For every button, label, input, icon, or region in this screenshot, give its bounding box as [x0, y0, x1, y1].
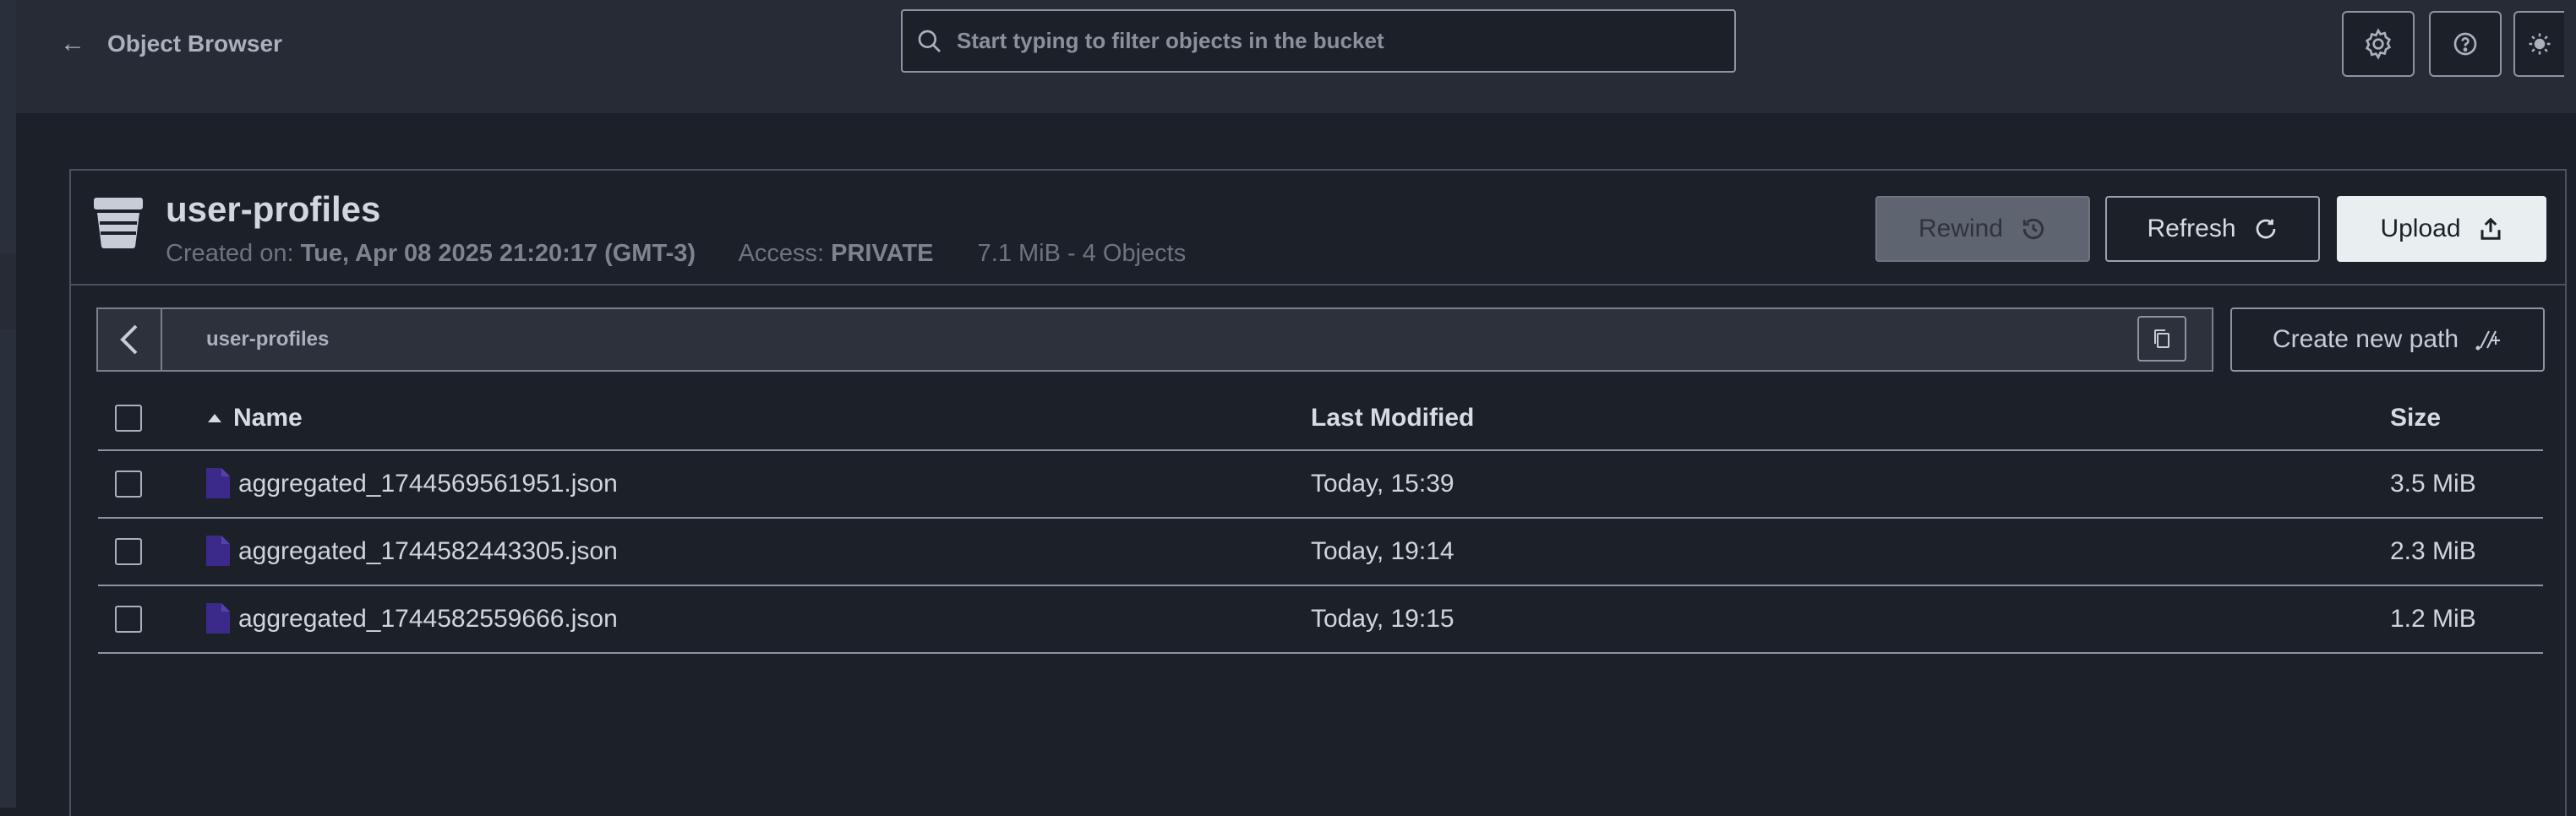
sun-icon	[2529, 33, 2551, 55]
refresh-label: Refresh	[2147, 215, 2236, 242]
theme-toggle-button[interactable]	[2513, 11, 2564, 77]
file-size: 2.3 MiB	[2390, 537, 2476, 565]
sort-asc-icon[interactable]	[206, 412, 223, 424]
created-value: Tue, Apr 08 2025 21:20:17 (GMT-3)	[300, 240, 696, 267]
back-to-object-browser[interactable]: ← Object Browser	[60, 24, 282, 64]
object-list-panel: user-profiles Create new path Name Last …	[69, 284, 2567, 816]
objects-table: Name Last Modified Size aggregated_17445…	[98, 385, 2543, 654]
create-path-label: Create new path	[2272, 325, 2459, 353]
upload-icon	[2480, 217, 2501, 240]
create-new-path-button[interactable]: Create new path	[2230, 307, 2545, 372]
left-sidebar-strip	[0, 0, 16, 808]
row-checkbox[interactable]	[115, 538, 142, 565]
file-icon	[206, 603, 230, 634]
help-icon	[2453, 32, 2477, 56]
upload-button[interactable]: Upload	[2337, 196, 2546, 262]
table-row[interactable]: aggregated_1744569561951.json Today, 15:…	[98, 451, 2543, 519]
top-header: ← Object Browser	[16, 0, 2576, 113]
file-size: 1.2 MiB	[2390, 605, 2476, 633]
new-path-icon	[2475, 330, 2501, 351]
file-name[interactable]: aggregated_1744569561951.json	[238, 470, 618, 498]
gear-icon	[2365, 28, 2392, 60]
settings-button[interactable]	[2342, 11, 2415, 77]
access-label: Access:	[738, 240, 825, 267]
history-icon	[2022, 218, 2044, 240]
file-icon	[206, 468, 230, 498]
refresh-icon	[2256, 219, 2275, 239]
bucket-metadata: Created on: Tue, Apr 08 2025 21:20:17 (G…	[166, 240, 1186, 268]
table-row[interactable]: aggregated_1744582559666.json Today, 19:…	[98, 586, 2543, 654]
breadcrumb: user-profiles	[96, 307, 2213, 372]
copy-path-button[interactable]	[2137, 316, 2186, 362]
sidebar-highlight	[0, 253, 16, 329]
file-last-modified: Today, 19:14	[1311, 537, 1454, 565]
breadcrumb-path[interactable]: user-profiles	[206, 328, 329, 351]
arrow-left-icon: ←	[60, 30, 85, 57]
access-value: PRIVATE	[831, 240, 934, 267]
file-size: 3.5 MiB	[2390, 470, 2476, 498]
upload-label: Upload	[2380, 215, 2461, 242]
copy-icon	[2154, 329, 2169, 348]
created-label: Created on:	[166, 240, 294, 267]
bucket-summary-card: user-profiles Created on: Tue, Apr 08 20…	[69, 169, 2567, 286]
row-checkbox[interactable]	[115, 606, 142, 633]
rewind-button[interactable]: Rewind	[1875, 196, 2090, 262]
back-label: Object Browser	[107, 30, 282, 57]
help-button[interactable]	[2429, 11, 2502, 77]
row-checkbox[interactable]	[115, 471, 142, 498]
rewind-label: Rewind	[1918, 215, 2004, 242]
refresh-button[interactable]: Refresh	[2105, 196, 2320, 262]
breadcrumb-back-button[interactable]	[98, 309, 162, 370]
table-row[interactable]: aggregated_1744582443305.json Today, 19:…	[98, 519, 2543, 586]
search-icon	[918, 30, 941, 52]
file-name[interactable]: aggregated_1744582443305.json	[238, 537, 618, 566]
chevron-left-icon	[120, 324, 138, 355]
file-name[interactable]: aggregated_1744582559666.json	[238, 605, 618, 634]
bucket-size-summary: 7.1 MiB - 4 Objects	[977, 240, 1187, 267]
table-header-row: Name Last Modified Size	[98, 385, 2543, 451]
search-box[interactable]	[901, 9, 1736, 73]
file-icon	[206, 536, 230, 566]
bucket-name: user-profiles	[166, 189, 381, 229]
column-header-name[interactable]: Name	[233, 404, 303, 432]
file-last-modified: Today, 19:15	[1311, 605, 1454, 633]
search-input[interactable]	[957, 28, 1717, 54]
file-last-modified: Today, 15:39	[1311, 470, 1454, 498]
select-all-checkbox[interactable]	[115, 405, 142, 432]
bucket-icon	[94, 198, 143, 248]
column-header-last-modified[interactable]: Last Modified	[1311, 404, 1474, 432]
column-header-size[interactable]: Size	[2390, 404, 2441, 432]
